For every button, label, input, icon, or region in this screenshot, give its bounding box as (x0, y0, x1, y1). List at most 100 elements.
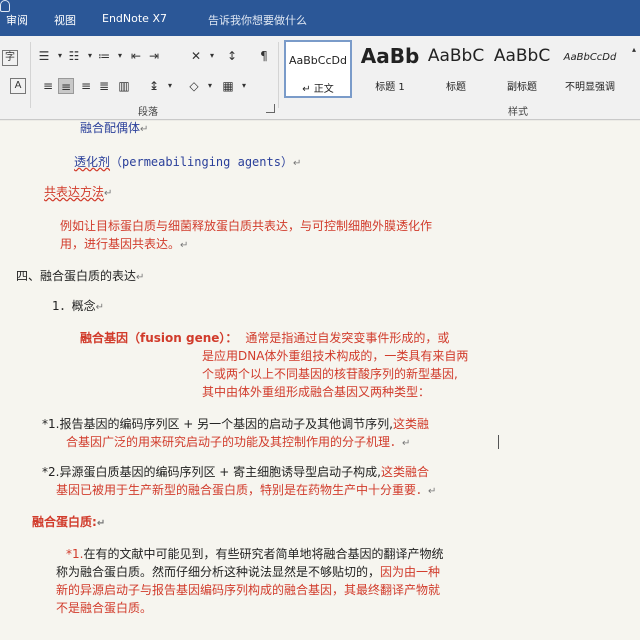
paragraph-dialog-launcher-icon[interactable] (266, 104, 275, 113)
style-title[interactable]: AaBbC 标题 (422, 40, 490, 98)
doc-text: 共表达方法 (44, 185, 105, 199)
paragraph-group-label: 段落 (138, 107, 158, 118)
divider (278, 42, 279, 108)
tell-me-search[interactable]: 告诉我你想要做什么 (208, 12, 307, 28)
tab-view[interactable]: 视图 (54, 12, 76, 28)
tell-me-text: 告诉我你想要做什么 (208, 14, 307, 27)
doc-text: 基因已被用于生产新型的融合蛋白质，特别是在药物生产中十分重要． (56, 483, 429, 497)
doc-line-item-2a: *2.异源蛋白质基因的编码序列区 + 寄主细胞诱导型启动子构成,这类融合 (42, 463, 429, 481)
line-spacing-icon[interactable]: ↨ (146, 78, 162, 94)
paragraph-mark-icon: ↵ (95, 302, 105, 313)
align-center-icon[interactable]: ≡ (58, 78, 74, 94)
style-sample: AaBbC (493, 46, 551, 66)
doc-line-fp-2: 称为融合蛋白质。然而仔细分析这种说法显然是不够贴切的，因为由一种 (56, 563, 440, 581)
increase-indent-icon[interactable]: ⇥ (146, 48, 162, 64)
doc-heading-concept: 1．概念↵ (52, 297, 104, 317)
doc-line-permeabilizer: 透化剂（permeabilinging agents）↵ (74, 153, 301, 173)
styles-scroll-up-icon[interactable]: ▴ (626, 42, 640, 58)
ribbon: 字 A ☰ ▾ ☷ ▾ ≔ ▾ ⇤ ⇥ ✕ ▾ ↕ ¶ ≡ ≡ ≡ ≣ ▥ ↨ … (0, 36, 640, 120)
style-heading-1[interactable]: AaBb 标题 1 (356, 40, 424, 98)
numbering-icon[interactable]: ☷ (66, 48, 82, 64)
doc-line-item-2b: 基因已被用于生产新型的融合蛋白质，特别是在药物生产中十分重要．↵ (56, 481, 436, 501)
chinese-layout-dropdown-icon[interactable]: ▾ (204, 48, 220, 64)
char-border-label: A (14, 80, 22, 91)
style-name: 副标题 (507, 82, 537, 93)
style-name: 标题 1 (375, 82, 405, 93)
style-subtle-emphasis[interactable]: AaBbCcDd 不明显强调 (556, 40, 624, 98)
borders-icon[interactable]: ▦ (220, 78, 236, 94)
paragraph-mark-icon: ↵ (104, 188, 113, 199)
style-name: ↵ 正文 (302, 84, 334, 95)
chinese-layout-icon[interactable]: ✕ (188, 48, 204, 64)
justify-icon[interactable]: ≣ (96, 78, 112, 94)
doc-text: 因为由一种 (380, 565, 441, 579)
phonetic-guide-icon[interactable]: 字 (2, 50, 18, 66)
distributed-icon[interactable]: ▥ (116, 78, 132, 94)
multilevel-list-icon[interactable]: ≔ (96, 48, 112, 64)
divider (30, 42, 31, 108)
doc-text: *1.报告基因的编码序列区 + 另一个基因的启动子及其他调节序列, (42, 417, 393, 431)
doc-text: 用，进行基因共表达。 (60, 237, 181, 251)
paragraph-mark-icon: ↵ (292, 158, 302, 169)
doc-text: 融合配偶体 (80, 121, 141, 135)
doc-text: （permeabilinging agents） (110, 155, 293, 169)
borders-dropdown-icon[interactable]: ▾ (236, 78, 252, 94)
text-cursor-icon (498, 435, 506, 449)
doc-line-item-1a: *1.报告基因的编码序列区 + 另一个基因的启动子及其他调节序列,这类融 (42, 415, 429, 433)
doc-text: 在有的文献中可能见到，有些研究者简单地将融合基因的翻译产物统 (83, 547, 444, 561)
paragraph-mark-icon: ↵ (140, 124, 149, 135)
sort-icon[interactable]: ↕ (224, 48, 240, 64)
style-sample: AaBbCcDd (289, 54, 347, 67)
align-left-icon[interactable]: ≡ (40, 78, 56, 94)
doc-term: 融合基因（fusion gene）： (80, 331, 238, 345)
doc-line-coexpr-body-2: 用，进行基因共表达。↵ (60, 235, 188, 255)
doc-line-fp-4: 不是融合蛋白质。 (56, 601, 153, 615)
shading-dropdown-icon[interactable]: ▾ (202, 78, 218, 94)
doc-text: *2.异源蛋白质基因的编码序列区 + 寄主细胞诱导型启动子构成, (42, 465, 381, 479)
decrease-indent-icon[interactable]: ⇤ (128, 48, 144, 64)
show-marks-icon[interactable]: ¶ (256, 48, 272, 64)
phonetic-guide-label: 字 (5, 52, 15, 63)
styles-gallery: AaBbCcDd ↵ 正文 AaBb 标题 1 AaBbC 标题 AaBbC 副… (282, 40, 640, 102)
doc-text: 1．概念 (52, 299, 96, 313)
doc-text: *1. (66, 547, 84, 561)
paragraph-mark-icon: ↵ (180, 240, 189, 251)
doc-heading-section-4: 四、融合蛋白质的表达↵ (16, 267, 144, 287)
tab-review[interactable]: 审阅 (6, 12, 28, 28)
style-sample: AaBbC (427, 46, 485, 66)
style-sample: AaBbCcDd (563, 52, 617, 63)
align-right-icon[interactable]: ≡ (78, 78, 94, 94)
lightbulb-icon (0, 0, 10, 12)
doc-text: 合基因广泛的用来研究启动子的功能及其控制作用的分子机理． (66, 435, 403, 449)
doc-line-fusion-gene-1: 融合基因（fusion gene）： 通常是指通过自发突变事件形成的，或 (80, 329, 449, 347)
doc-text: 四、融合蛋白质的表达 (16, 269, 137, 283)
doc-heading-coexpression: 共表达方法↵ (44, 183, 112, 203)
doc-text: 这类融 (392, 417, 429, 431)
doc-text: 通常是指通过自发突变事件形成的，或 (245, 331, 450, 345)
doc-text: 这类融合 (380, 465, 429, 479)
style-sample: AaBb (360, 44, 420, 68)
paragraph-mark-icon: ↵ (96, 518, 106, 529)
doc-line-fusion-gene-3: 个或两个以上不同基因的核苷酸序列的新型基因, (202, 367, 458, 381)
tab-endnote[interactable]: EndNote X7 (102, 12, 167, 25)
doc-text: 称为融合蛋白质。然而仔细分析这种说法显然是不够贴切的， (56, 565, 381, 579)
multilevel-dropdown-icon[interactable]: ▾ (112, 48, 128, 64)
shading-icon[interactable]: ◇ (186, 78, 202, 94)
doc-line-coexpr-body-1: 例如让目标蛋白质与细菌释放蛋白质共表达，与可控制细胞外膜透化作 (60, 219, 433, 233)
document-page[interactable]: 融合配偶体↵ 透化剂（permeabilinging agents）↵ 共表达方… (0, 121, 640, 640)
style-name: 标题 (446, 82, 466, 93)
style-subtitle[interactable]: AaBbC 副标题 (488, 40, 556, 98)
doc-text: 透化剂 (74, 155, 111, 169)
char-border-icon[interactable]: A (10, 78, 26, 94)
style-name: 不明显强调 (565, 82, 615, 93)
bullets-icon[interactable]: ☰ (36, 48, 52, 64)
paragraph-mark-icon: ↵ (136, 272, 145, 283)
doc-line-fusion-gene-4: 其中由体外重组形成融合基因又两种类型： (202, 385, 431, 399)
doc-text: 融合蛋白质: (32, 515, 97, 529)
paragraph-mark-icon: ↵ (428, 486, 437, 497)
doc-line-fusion-partner: 融合配偶体↵ (80, 119, 148, 139)
doc-line-fusion-gene-2: 是应用DNA体外重组技术构成的，一类具有来自两 (202, 349, 469, 363)
style-normal[interactable]: AaBbCcDd ↵ 正文 (284, 40, 352, 98)
paragraph-mark-icon: ↵ (402, 438, 411, 449)
line-spacing-dropdown-icon[interactable]: ▾ (162, 78, 178, 94)
